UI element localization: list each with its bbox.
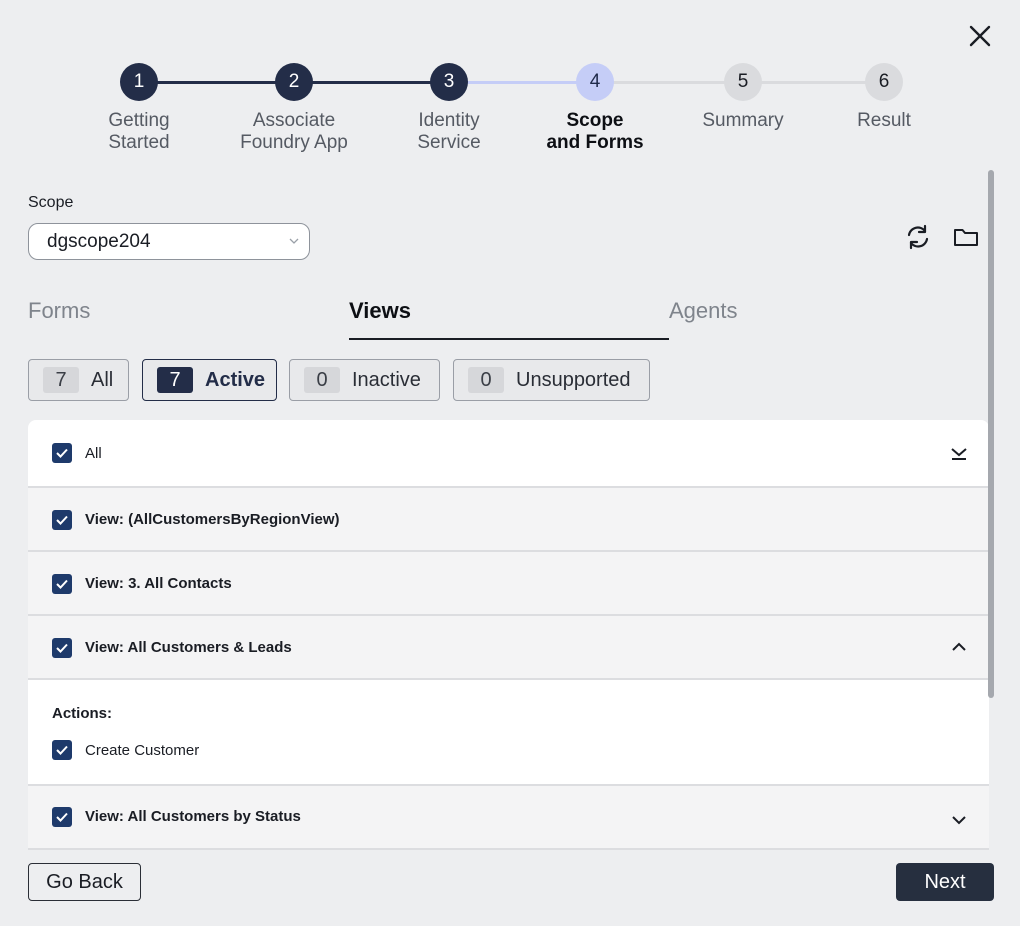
list-item[interactable]: View: (AllCustomersByRegionView) — [28, 488, 989, 552]
refresh-icon[interactable] — [903, 222, 933, 252]
list-item-label: View: 3. All Contacts — [85, 575, 232, 592]
go-back-button[interactable]: Go Back — [28, 863, 141, 901]
step-number: 6 — [865, 63, 903, 101]
filter-count: 0 — [304, 367, 340, 393]
filter-unsupported[interactable]: 0 Unsupported — [453, 359, 650, 401]
step-number: 3 — [430, 63, 468, 101]
step-number: 1 — [120, 63, 158, 101]
step-label: Identity Service — [417, 110, 481, 153]
collapse-all-icon[interactable] — [949, 444, 969, 464]
check-icon — [56, 745, 68, 755]
scrollbar[interactable] — [988, 170, 994, 698]
step-label: Associate Foundry App — [240, 110, 348, 153]
checkbox[interactable] — [52, 574, 72, 594]
checkbox[interactable] — [52, 740, 72, 760]
progress-stepper: 1 Getting Started 2 Associate Foundry Ap… — [0, 0, 1020, 170]
list-item-label: View: All Customers & Leads — [85, 639, 292, 656]
filter-label: All — [91, 368, 114, 391]
step-number: 5 — [724, 63, 762, 101]
step-3: 3 Identity Service — [364, 63, 534, 154]
check-icon — [56, 448, 68, 458]
scope-label: Scope — [28, 194, 74, 211]
action-label: Create Customer — [85, 742, 200, 759]
tab-views[interactable]: Views — [349, 298, 411, 324]
step-number: 2 — [275, 63, 313, 101]
checkbox[interactable] — [52, 638, 72, 658]
list-item[interactable]: View: 3. All Contacts — [28, 552, 989, 616]
list-item-label: View: (AllCustomersByRegionView) — [85, 511, 340, 528]
check-icon — [56, 515, 68, 525]
checkbox-all[interactable] — [52, 443, 72, 463]
actions-heading: Actions: — [52, 705, 112, 722]
filter-count: 0 — [468, 367, 504, 393]
scope-selected-value: dgscope204 — [47, 230, 151, 252]
filter-count: 7 — [157, 367, 193, 393]
filter-count: 7 — [43, 367, 79, 393]
chevron-down-icon[interactable] — [949, 810, 969, 830]
list-item[interactable]: View: All Customers & Leads — [28, 616, 989, 680]
check-icon — [56, 643, 68, 653]
chevron-down-icon — [289, 238, 299, 244]
step-2: 2 Associate Foundry App — [209, 63, 379, 154]
step-1: 1 Getting Started — [54, 63, 224, 154]
next-button[interactable]: Next — [896, 863, 994, 901]
filter-inactive[interactable]: 0 Inactive — [289, 359, 440, 401]
chevron-up-icon[interactable] — [949, 637, 969, 657]
filter-label: Unsupported — [516, 368, 631, 391]
step-label: Result — [857, 110, 911, 131]
list-item-all[interactable]: All — [28, 420, 989, 488]
checkbox[interactable] — [52, 510, 72, 530]
step-label: Scope and Forms — [546, 110, 644, 153]
view-actions-panel: Actions: Create Customer — [28, 680, 989, 786]
folder-icon[interactable] — [951, 222, 981, 252]
step-4: 4 Scope and Forms — [510, 63, 680, 154]
tab-agents[interactable]: Agents — [669, 298, 738, 324]
active-tab-indicator — [349, 338, 669, 340]
scope-select[interactable]: dgscope204 — [28, 223, 310, 260]
filter-active[interactable]: 7 Active — [142, 359, 277, 401]
filter-label: Active — [205, 368, 266, 391]
filter-label: Inactive — [352, 368, 421, 391]
views-list: All View: (AllCustomersByRegionView) Vie… — [28, 420, 989, 850]
checkbox[interactable] — [52, 807, 72, 827]
list-item-label: View: All Customers by Status — [85, 808, 301, 825]
list-item-label: All — [85, 445, 102, 462]
tab-forms[interactable]: Forms — [28, 298, 90, 324]
check-icon — [56, 579, 68, 589]
step-label: Getting Started — [108, 110, 170, 153]
filter-all[interactable]: 7 All — [28, 359, 129, 401]
step-6: 6 Result — [799, 63, 969, 132]
step-number: 4 — [576, 63, 614, 101]
check-icon — [56, 812, 68, 822]
list-item[interactable]: View: All Customers by Status — [28, 786, 989, 850]
